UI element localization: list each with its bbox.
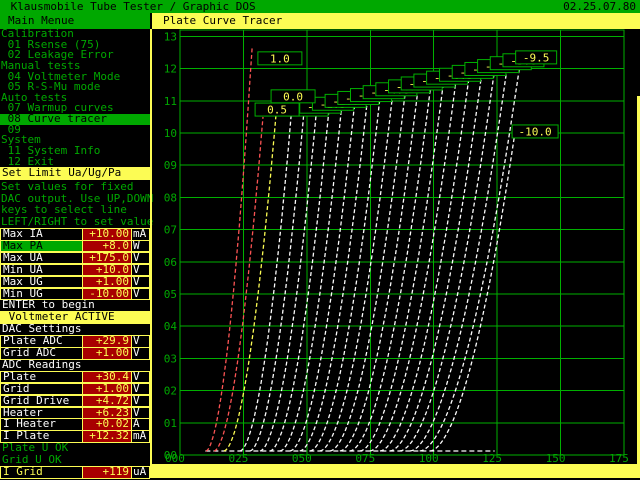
curve-label-text: -10.0 (519, 125, 552, 138)
status-bar: G=Grid Curve S=Save ESC=Exit (152, 464, 640, 480)
y-tick-label: 06 (164, 256, 177, 269)
curve-vg--5.5 (339, 86, 419, 452)
curve-vg--8.5 (399, 69, 496, 452)
y-tick-label: 04 (164, 320, 178, 333)
curve-vg--9.5 (419, 63, 521, 452)
y-tick-label: 08 (164, 191, 177, 204)
y-tick-label: 03 (164, 352, 177, 365)
y-tick-label: 13 (164, 30, 177, 43)
plate-curve-chart: 1312111009080706050403020100000 025 050 075… (164, 29, 629, 465)
curve-vg--9.0 (409, 66, 508, 452)
curve-vg--6.5 (359, 81, 445, 452)
curve-vg-0.5 (213, 116, 264, 452)
y-tick-label: 09 (164, 159, 177, 172)
curve-vg-0.0 (223, 103, 278, 452)
curve-vg--5.0 (329, 89, 407, 452)
curve-label-text: 1.0 (270, 52, 290, 65)
y-tick-label: 07 (164, 224, 177, 237)
curve-vg--6.0 (349, 84, 432, 452)
y-tick-label: 12 (164, 63, 177, 76)
y-tick-label: 10 (164, 127, 177, 140)
y-tick-label: 02 (164, 385, 177, 398)
curve-label-text: 0.5 (267, 104, 287, 117)
y-tick-label: 05 (164, 288, 177, 301)
y-tick-label: 11 (164, 95, 177, 108)
curve-vg--2.5 (279, 104, 343, 452)
y-tick-label: 01 (164, 417, 177, 430)
curve-label-text: 0.0 (283, 90, 303, 103)
tube-tester-screen: Klausmobile Tube Tester / Graphic DOS 02… (0, 0, 640, 480)
curve-vg--2.0 (269, 107, 330, 452)
curve-label-text: -9.5 (523, 51, 550, 64)
